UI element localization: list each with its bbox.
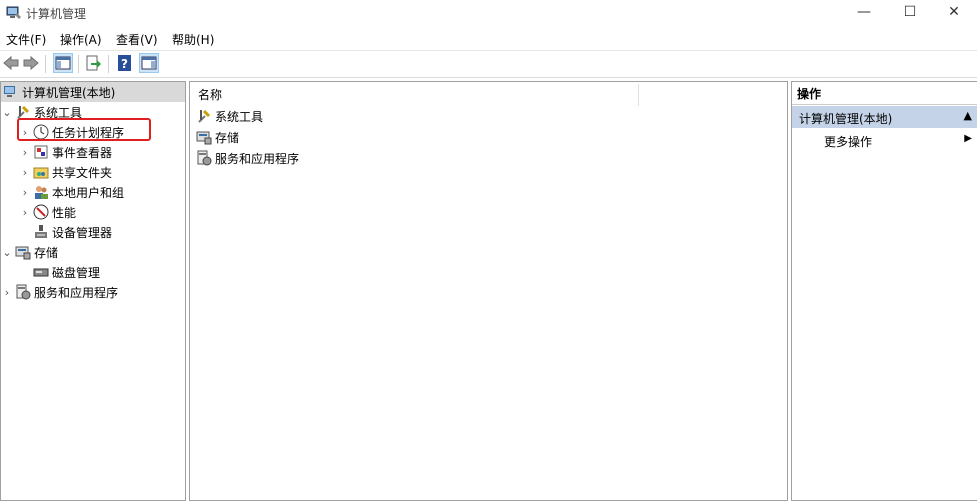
tree-item-local-users[interactable]: › 本地用户和组	[19, 182, 124, 202]
list-item[interactable]: 系统工具	[196, 106, 263, 126]
chevron-right-icon[interactable]: ›	[19, 166, 31, 179]
column-name[interactable]: 名称	[198, 86, 222, 103]
menu-action[interactable]: 操作(A)	[60, 31, 102, 48]
chevron-down-icon[interactable]: ⌄	[1, 106, 13, 119]
column-header[interactable]: 名称	[190, 82, 787, 106]
actions-header-label: 操作	[797, 87, 822, 101]
tree-item-label: 事件查看器	[52, 145, 113, 160]
tree-item-services-apps[interactable]: › 服务和应用程序	[1, 282, 118, 302]
tree-item-label: 存储	[34, 245, 59, 260]
list-item-label: 存储	[215, 130, 240, 145]
storage-icon	[196, 131, 212, 145]
system-tools-icon	[198, 109, 211, 123]
menu-bar: 文件(F) 操作(A) 查看(V) 帮助(H)	[0, 28, 977, 50]
tree-item-device-manager[interactable]: 设备管理器	[31, 222, 112, 242]
chevron-right-icon[interactable]: ›	[19, 186, 31, 199]
actions-section-label: 计算机管理(本地)	[799, 112, 893, 126]
svg-text:?: ?	[121, 57, 128, 71]
list-item-label: 服务和应用程序	[215, 151, 300, 166]
list-item-label: 系统工具	[215, 109, 264, 124]
title-bar: 计算机管理 — ☐ ✕	[0, 0, 977, 26]
back-icon[interactable]	[2, 54, 20, 72]
actions-pane: 操作 计算机管理(本地) ▲ 更多操作 ▶	[791, 81, 977, 501]
users-icon	[35, 186, 48, 199]
highlight-annotation	[17, 118, 151, 141]
window-title: 计算机管理	[26, 7, 87, 21]
tree-item-performance[interactable]: › 性能	[19, 202, 76, 222]
collapse-up-icon[interactable]: ▲	[964, 109, 972, 122]
more-actions-item[interactable]: 更多操作 ▶	[792, 129, 977, 151]
chevron-down-icon[interactable]: ⌄	[1, 246, 13, 259]
services-icon	[16, 284, 31, 300]
submenu-arrow-icon: ▶	[964, 133, 972, 144]
event-viewer-icon	[34, 145, 48, 159]
computer-management-icon	[4, 86, 15, 97]
list-item[interactable]: 存储	[196, 127, 239, 147]
forward-icon[interactable]	[22, 54, 40, 72]
list-item[interactable]: 服务和应用程序	[196, 148, 299, 168]
tree-item-storage[interactable]: ⌄ 存储	[1, 242, 58, 262]
actions-header: 操作	[792, 82, 977, 105]
tree-item-label: 服务和应用程序	[34, 285, 119, 300]
services-icon	[197, 150, 212, 166]
menu-help[interactable]: 帮助(H)	[172, 31, 214, 48]
tree-item-label: 本地用户和组	[52, 185, 125, 200]
toolbar-separator	[45, 55, 46, 73]
toolbar-separator	[108, 55, 109, 73]
tree-pane: 计算机管理(本地) ⌄ 系统工具 › 任务计划程序 › 事件查看器 › 共享文件…	[0, 81, 186, 501]
toolbar-separator	[78, 55, 79, 73]
toolbar: ?	[0, 50, 977, 78]
tree-root-row[interactable]: 计算机管理(本地)	[1, 82, 185, 102]
tree-item-label: 磁盘管理	[52, 265, 101, 280]
chevron-right-icon[interactable]: ›	[19, 206, 31, 219]
tree-item-label: 性能	[52, 205, 77, 220]
computer-management-icon	[6, 6, 21, 19]
more-actions-label: 更多操作	[824, 135, 873, 149]
tree-item-shared-folders[interactable]: › 共享文件夹	[19, 162, 112, 182]
export-list-icon[interactable]	[84, 54, 102, 72]
disk-management-icon	[33, 268, 49, 277]
menu-file[interactable]: 文件(F)	[6, 31, 46, 48]
tree-item-event-viewer[interactable]: › 事件查看器	[19, 142, 112, 162]
performance-icon	[33, 204, 49, 220]
chevron-right-icon[interactable]: ›	[1, 286, 13, 299]
list-pane: 名称 系统工具 存储 服务和应用程序	[189, 81, 788, 501]
menu-view[interactable]: 查看(V)	[116, 31, 158, 48]
storage-icon	[15, 246, 31, 260]
actions-section[interactable]: 计算机管理(本地) ▲	[792, 106, 977, 128]
device-manager-icon	[35, 225, 47, 238]
show-hide-action-pane-icon[interactable]	[139, 53, 159, 73]
minimize-button[interactable]: —	[841, 0, 887, 26]
tree-root-label: 计算机管理(本地)	[22, 85, 116, 100]
chevron-right-icon[interactable]: ›	[19, 146, 31, 159]
close-button[interactable]: ✕	[931, 0, 977, 26]
column-divider[interactable]	[638, 84, 639, 106]
tree-item-disk-management[interactable]: 磁盘管理	[31, 262, 100, 282]
tree-item-label: 共享文件夹	[52, 165, 113, 180]
show-hide-tree-icon[interactable]	[53, 53, 73, 73]
tree-item-label: 设备管理器	[52, 225, 113, 240]
shared-folder-icon	[33, 167, 49, 179]
help-icon[interactable]: ?	[116, 54, 134, 72]
maximize-button[interactable]: ☐	[887, 0, 933, 26]
